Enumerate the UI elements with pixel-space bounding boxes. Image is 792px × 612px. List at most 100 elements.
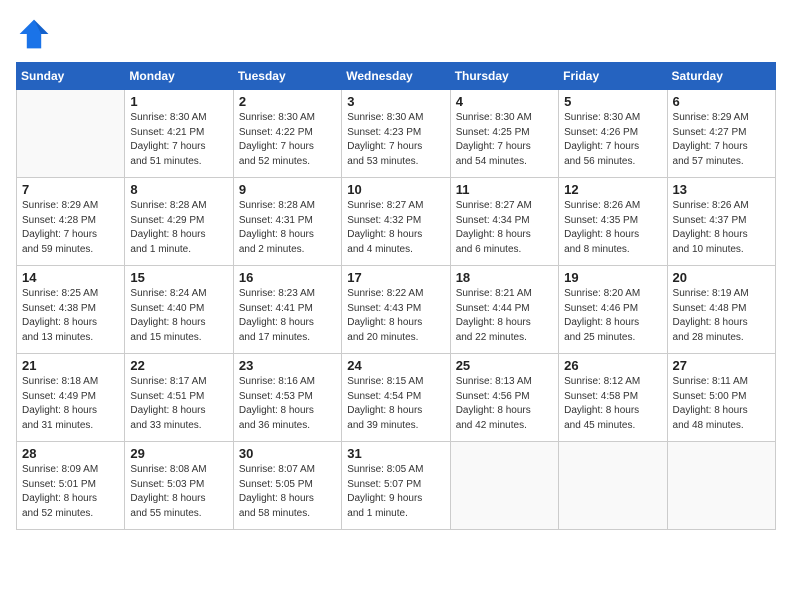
header-thursday: Thursday [450,63,558,90]
day-number: 19 [564,270,661,285]
calendar-cell: 19 Sunrise: 8:20 AMSunset: 4:46 PMDayligh… [559,266,667,354]
day-info: Sunrise: 8:22 AMSunset: 4:43 PMDaylight:… [347,287,444,345]
day-info: Sunrise: 8:26 AMSunset: 4:35 PMDaylight:… [564,199,661,257]
calendar-cell [667,442,775,530]
day-number: 21 [22,358,119,373]
calendar-cell: 2 Sunrise: 8:30 AMSunset: 4:22 PMDaylight… [233,90,341,178]
calendar-cell: 11 Sunrise: 8:27 AMSunset: 4:34 PMDayligh… [450,178,558,266]
day-number: 15 [130,270,227,285]
calendar-cell: 29 Sunrise: 8:08 AMSunset: 5:03 PMDayligh… [125,442,233,530]
week-row-5: 28 Sunrise: 8:09 AMSunset: 5:01 PMDayligh… [17,442,776,530]
week-row-1: 1 Sunrise: 8:30 AMSunset: 4:21 PMDaylight… [17,90,776,178]
day-number: 3 [347,94,444,109]
day-info: Sunrise: 8:18 AMSunset: 4:49 PMDaylight:… [22,375,119,433]
header-sunday: Sunday [17,63,125,90]
header-monday: Monday [125,63,233,90]
day-info: Sunrise: 8:15 AMSunset: 4:54 PMDaylight:… [347,375,444,433]
calendar-cell: 12 Sunrise: 8:26 AMSunset: 4:35 PMDayligh… [559,178,667,266]
header-wednesday: Wednesday [342,63,450,90]
calendar-cell [17,90,125,178]
day-number: 6 [673,94,770,109]
calendar-cell [559,442,667,530]
day-info: Sunrise: 8:30 AMSunset: 4:23 PMDaylight:… [347,111,444,169]
calendar-header-row: SundayMondayTuesdayWednesdayThursdayFrid… [17,63,776,90]
calendar-cell: 30 Sunrise: 8:07 AMSunset: 5:05 PMDayligh… [233,442,341,530]
week-row-3: 14 Sunrise: 8:25 AMSunset: 4:38 PMDayligh… [17,266,776,354]
day-number: 16 [239,270,336,285]
logo-icon [16,16,52,52]
day-info: Sunrise: 8:23 AMSunset: 4:41 PMDaylight:… [239,287,336,345]
day-number: 10 [347,182,444,197]
day-number: 18 [456,270,553,285]
calendar-table: SundayMondayTuesdayWednesdayThursdayFrid… [16,62,776,530]
calendar-cell [450,442,558,530]
day-number: 29 [130,446,227,461]
day-number: 24 [347,358,444,373]
calendar-cell: 26 Sunrise: 8:12 AMSunset: 4:58 PMDayligh… [559,354,667,442]
day-info: Sunrise: 8:20 AMSunset: 4:46 PMDaylight:… [564,287,661,345]
day-info: Sunrise: 8:30 AMSunset: 4:22 PMDaylight:… [239,111,336,169]
day-info: Sunrise: 8:21 AMSunset: 4:44 PMDaylight:… [456,287,553,345]
day-info: Sunrise: 8:29 AMSunset: 4:28 PMDaylight:… [22,199,119,257]
day-info: Sunrise: 8:05 AMSunset: 5:07 PMDaylight:… [347,463,444,521]
header-friday: Friday [559,63,667,90]
day-info: Sunrise: 8:07 AMSunset: 5:05 PMDaylight:… [239,463,336,521]
logo [16,16,56,52]
day-info: Sunrise: 8:30 AMSunset: 4:21 PMDaylight:… [130,111,227,169]
day-info: Sunrise: 8:30 AMSunset: 4:26 PMDaylight:… [564,111,661,169]
day-info: Sunrise: 8:09 AMSunset: 5:01 PMDaylight:… [22,463,119,521]
day-number: 31 [347,446,444,461]
day-number: 14 [22,270,119,285]
header-saturday: Saturday [667,63,775,90]
day-info: Sunrise: 8:25 AMSunset: 4:38 PMDaylight:… [22,287,119,345]
calendar-cell: 23 Sunrise: 8:16 AMSunset: 4:53 PMDayligh… [233,354,341,442]
calendar-cell: 10 Sunrise: 8:27 AMSunset: 4:32 PMDayligh… [342,178,450,266]
day-number: 9 [239,182,336,197]
page-header [16,16,776,52]
day-info: Sunrise: 8:12 AMSunset: 4:58 PMDaylight:… [564,375,661,433]
calendar-cell: 15 Sunrise: 8:24 AMSunset: 4:40 PMDayligh… [125,266,233,354]
day-number: 30 [239,446,336,461]
day-number: 12 [564,182,661,197]
day-info: Sunrise: 8:27 AMSunset: 4:34 PMDaylight:… [456,199,553,257]
calendar-cell: 17Sunrise: 8:22 AMSunset: 4:43 PMDayligh… [342,266,450,354]
day-number: 28 [22,446,119,461]
calendar-cell: 13 Sunrise: 8:26 AMSunset: 4:37 PMDayligh… [667,178,775,266]
day-info: Sunrise: 8:28 AMSunset: 4:29 PMDaylight:… [130,199,227,257]
day-number: 7 [22,182,119,197]
day-info: Sunrise: 8:13 AMSunset: 4:56 PMDaylight:… [456,375,553,433]
day-info: Sunrise: 8:28 AMSunset: 4:31 PMDaylight:… [239,199,336,257]
header-tuesday: Tuesday [233,63,341,90]
day-number: 4 [456,94,553,109]
day-number: 22 [130,358,227,373]
day-number: 27 [673,358,770,373]
day-info: Sunrise: 8:26 AMSunset: 4:37 PMDaylight:… [673,199,770,257]
day-info: Sunrise: 8:29 AMSunset: 4:27 PMDaylight:… [673,111,770,169]
day-number: 8 [130,182,227,197]
day-info: Sunrise: 8:19 AMSunset: 4:48 PMDaylight:… [673,287,770,345]
calendar-cell: 5 Sunrise: 8:30 AMSunset: 4:26 PMDaylight… [559,90,667,178]
calendar-cell: 24 Sunrise: 8:15 AMSunset: 4:54 PMDayligh… [342,354,450,442]
calendar-cell: 28 Sunrise: 8:09 AMSunset: 5:01 PMDayligh… [17,442,125,530]
calendar-cell: 1 Sunrise: 8:30 AMSunset: 4:21 PMDaylight… [125,90,233,178]
day-info: Sunrise: 8:11 AMSunset: 5:00 PMDaylight:… [673,375,770,433]
day-info: Sunrise: 8:08 AMSunset: 5:03 PMDaylight:… [130,463,227,521]
day-number: 23 [239,358,336,373]
calendar-cell: 14 Sunrise: 8:25 AMSunset: 4:38 PMDayligh… [17,266,125,354]
calendar-cell: 25Sunrise: 8:13 AMSunset: 4:56 PMDayligh… [450,354,558,442]
day-info: Sunrise: 8:30 AMSunset: 4:25 PMDaylight:… [456,111,553,169]
day-info: Sunrise: 8:27 AMSunset: 4:32 PMDaylight:… [347,199,444,257]
day-info: Sunrise: 8:17 AMSunset: 4:51 PMDaylight:… [130,375,227,433]
calendar-cell: 31 Sunrise: 8:05 AMSunset: 5:07 PMDayligh… [342,442,450,530]
day-info: Sunrise: 8:24 AMSunset: 4:40 PMDaylight:… [130,287,227,345]
calendar-cell: 6 Sunrise: 8:29 AMSunset: 4:27 PMDaylight… [667,90,775,178]
day-number: 1 [130,94,227,109]
day-number: 13 [673,182,770,197]
day-number: 2 [239,94,336,109]
day-info: Sunrise: 8:16 AMSunset: 4:53 PMDaylight:… [239,375,336,433]
day-number: 26 [564,358,661,373]
calendar-cell: 27 Sunrise: 8:11 AMSunset: 5:00 PMDayligh… [667,354,775,442]
day-number: 11 [456,182,553,197]
calendar-cell: 21 Sunrise: 8:18 AMSunset: 4:49 PMDayligh… [17,354,125,442]
day-number: 5 [564,94,661,109]
